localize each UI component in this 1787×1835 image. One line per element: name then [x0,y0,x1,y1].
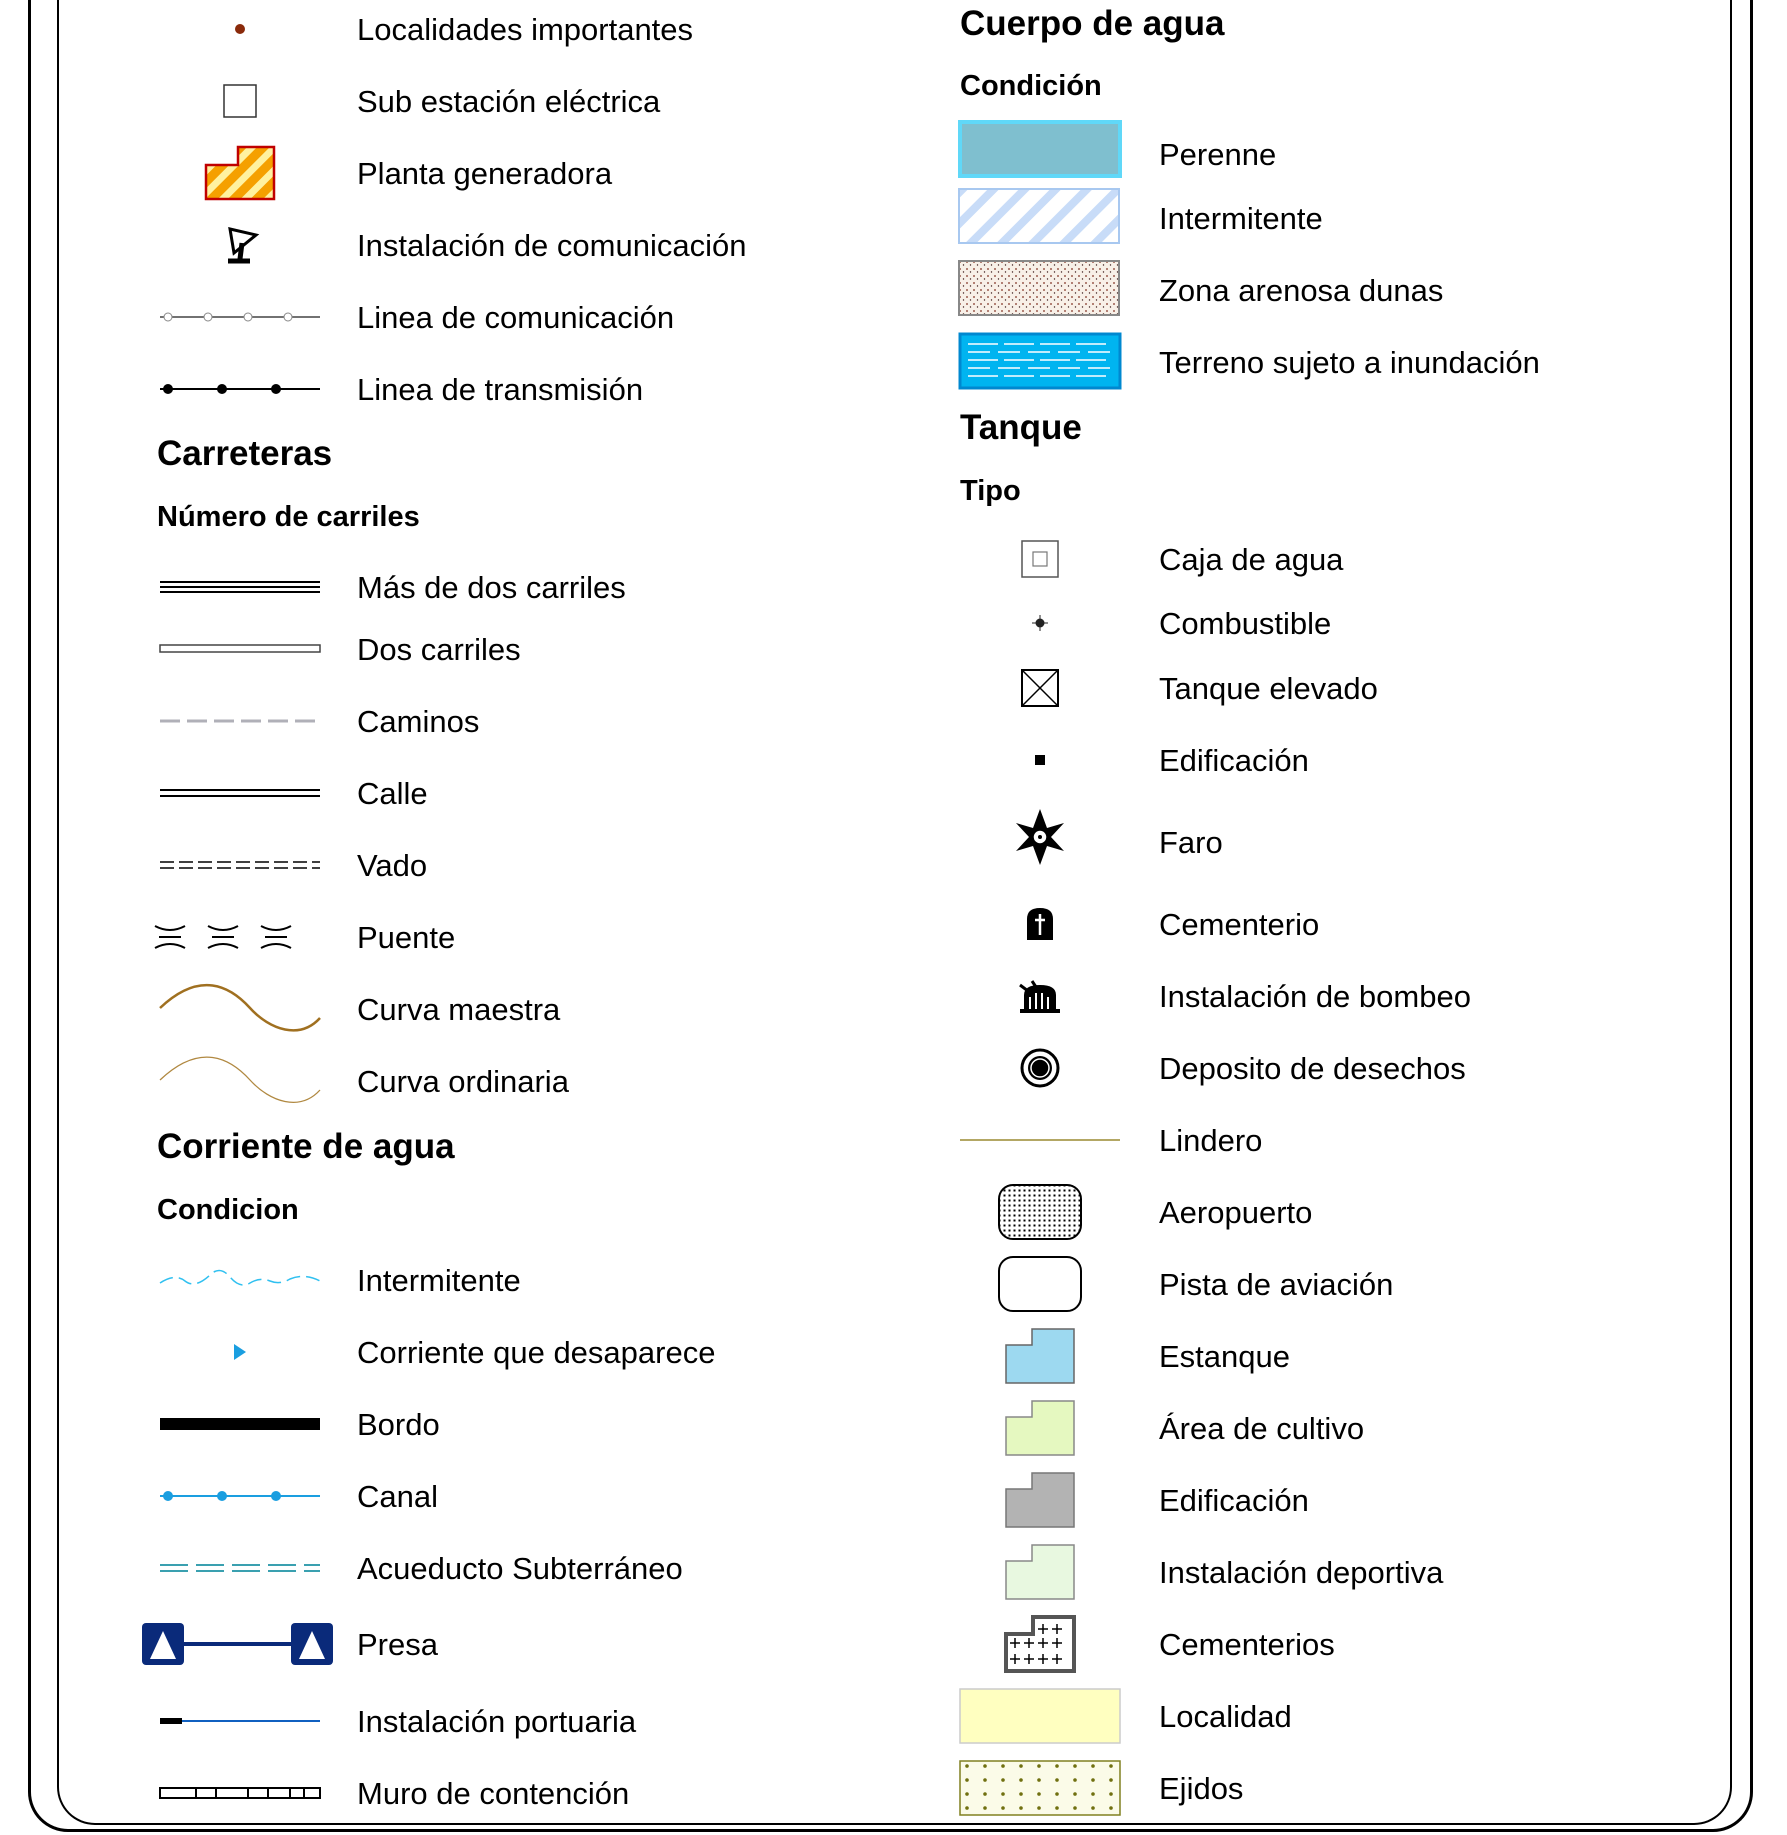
legend-label: Intermitente [1159,201,1323,236]
legend-label: Aeropuerto [1159,1195,1313,1230]
flood-icon [955,330,1125,392]
index-contour-icon [155,973,325,1045]
ford-icon [155,829,325,901]
section-title: Tanque [960,408,1082,447]
section-title: Carreteras [157,434,333,473]
port-icon [155,1685,325,1757]
legend-label: Ejidos [1159,1771,1244,1806]
building-dot-icon [955,724,1125,796]
legend-label: Zona arenosa dunas [1159,273,1444,308]
pump-icon [955,960,1125,1032]
cemeteries-icon [955,1608,1125,1680]
perennial-icon [955,118,1125,180]
legend-label: Combustible [1159,606,1332,641]
fuel-icon [955,587,1125,659]
dunes-icon [955,258,1125,320]
path-icon [155,685,325,757]
legend-label: Curva maestra [357,992,561,1027]
legend-label: Localidades importantes [357,12,694,47]
section-subtitle: Número de carriles [157,501,420,533]
legend-label: Instalación de comunicación [357,228,747,263]
section-subtitle: Condicion [157,1194,299,1226]
legend-label: Cementerio [1159,907,1320,942]
disappearing-stream-icon [155,1316,325,1388]
antenna-icon [155,209,325,281]
boundary-icon [955,1104,1125,1176]
legend-label: Corriente que desaparece [357,1335,716,1370]
legend-label: Edificación [1159,1483,1309,1518]
legend-label: Faro [1159,825,1223,860]
legend-label: Más de dos carriles [357,570,626,605]
section-title: Cuerpo de agua [960,4,1225,43]
dam-icon [140,1608,335,1680]
building-area-icon [955,1464,1125,1536]
section-subtitle: Condición [960,70,1102,102]
legend-label: Instalación portuaria [357,1704,637,1739]
legend-label: Estanque [1159,1339,1290,1374]
ejido-icon [955,1752,1125,1824]
cemetery-icon [955,888,1125,960]
retaining-wall-icon [155,1757,325,1829]
legend-label: Localidad [1159,1699,1292,1734]
legend-label: Linea de transmisión [357,372,644,407]
bridge-icon [135,901,305,973]
legend-label: Calle [357,776,428,811]
legend-label: Bordo [357,1407,440,1442]
airport-icon [955,1176,1125,1248]
legend-label: Pista de aviación [1159,1267,1394,1302]
legend-label: Caja de agua [1159,542,1344,577]
legend-label: Muro de contención [357,1776,630,1811]
legend-label: Instalación deportiva [1159,1555,1444,1590]
dot-icon [155,0,325,65]
legend-label: Instalación de bombeo [1159,979,1471,1014]
street-icon [155,757,325,829]
sports-icon [955,1536,1125,1608]
legend-label: Vado [357,848,428,883]
legend-label: Terreno sujeto a inundación [1159,345,1540,380]
legend-label: Lindero [1159,1123,1263,1158]
legend-label: Linea de comunicación [357,300,675,335]
legend-label: Sub estación eléctrica [357,84,661,119]
canal-icon [155,1460,325,1532]
legend-label: Planta generadora [357,156,613,191]
two-lane-icon [155,613,325,685]
elevated-tank-icon [955,652,1125,724]
legend-label: Tanque elevado [1159,671,1378,706]
section-title: Corriente de agua [157,1127,455,1166]
legend-label: Perenne [1159,137,1277,172]
legend-label: Puente [357,920,456,955]
waste-icon [955,1032,1125,1104]
crop-icon [955,1392,1125,1464]
legend-label: Edificación [1159,743,1309,778]
power-plant-icon [155,137,325,209]
intermittent-body-icon [955,186,1125,248]
legend-label: Canal [357,1479,438,1514]
legend-label: Curva ordinaria [357,1064,569,1099]
legend-label: Cementerios [1159,1627,1335,1662]
square-icon [155,65,325,137]
pond-icon [955,1320,1125,1392]
legend-label: Área de cultivo [1159,1411,1365,1446]
legend-label: Presa [357,1627,438,1662]
comm-line-icon [155,281,325,353]
legend-label: Deposito de desechos [1159,1051,1466,1086]
section-subtitle: Tipo [960,475,1021,507]
intermittent-stream-icon [155,1244,325,1316]
legend-label: Dos carriles [357,632,521,667]
legend-label: Intermitente [357,1263,521,1298]
ordinary-contour-icon [155,1045,325,1117]
aqueduct-icon [155,1532,325,1604]
locality-icon [955,1680,1125,1752]
water-box-icon [955,523,1125,595]
airstrip-icon [955,1248,1125,1320]
lighthouse-icon [955,801,1125,873]
transmission-line-icon [155,353,325,425]
legend-label: Caminos [357,704,480,739]
levee-icon [155,1388,325,1460]
legend-label: Acueducto Subterráneo [357,1551,683,1586]
